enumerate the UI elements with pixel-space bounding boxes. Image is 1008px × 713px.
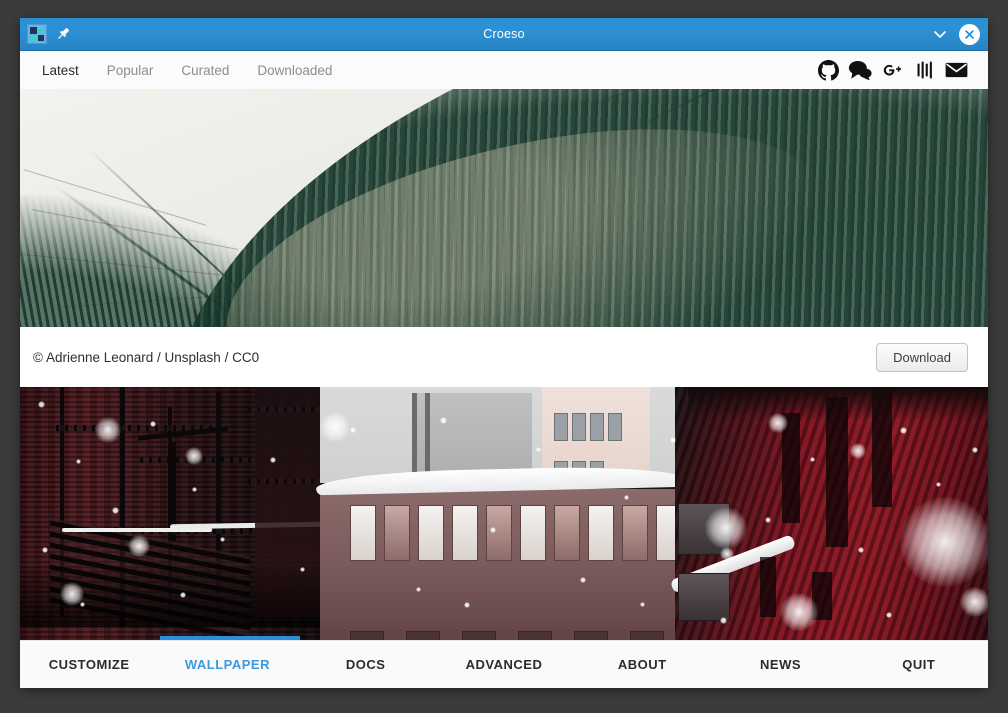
caption-row: © Adrienne Leonard / Unsplash / CC0 Down… [20,327,988,387]
pin-icon[interactable] [55,26,71,42]
google-plus-icon[interactable] [881,61,907,79]
bottom-nav-docs[interactable]: DOCS [297,657,435,672]
bottom-nav-wallpaper[interactable]: WALLPAPER [158,657,296,672]
github-icon[interactable] [818,59,839,81]
bottom-nav-advanced[interactable]: ADVANCED [435,657,573,672]
title-bar-left [27,24,71,44]
social-links [818,59,968,81]
chat-bubbles-icon[interactable] [848,60,872,80]
tab-popular[interactable]: Popular [107,63,154,78]
top-nav-tabs: Latest Popular Curated Downloaded [42,63,332,78]
top-nav: Latest Popular Curated Downloaded [20,51,988,89]
tab-curated[interactable]: Curated [181,63,229,78]
envelope-icon[interactable] [945,61,968,79]
bottom-nav-customize[interactable]: CUSTOMIZE [20,657,158,672]
window-title: Croeso [483,26,525,41]
title-bar-controls [931,23,980,45]
wallpaper-credit: © Adrienne Leonard / Unsplash / CC0 [33,349,260,365]
title-bar: Croeso [20,18,988,51]
close-icon[interactable] [959,23,980,45]
bottom-nav-news[interactable]: NEWS [711,657,849,672]
bottom-nav: CUSTOMIZE WALLPAPER DOCS ADVANCED ABOUT … [20,636,988,688]
active-tab-indicator [160,636,300,640]
chevron-down-icon[interactable] [931,25,949,43]
bottom-nav-quit[interactable]: QUIT [850,657,988,672]
app-grid-icon [27,24,47,44]
tab-downloaded[interactable]: Downloaded [257,63,332,78]
download-button[interactable]: Download [876,342,968,372]
bottom-nav-about[interactable]: ABOUT [573,657,711,672]
tab-latest[interactable]: Latest [42,63,79,78]
slack-bars-icon[interactable] [916,60,936,80]
wallpaper-preview-palm[interactable] [20,89,988,327]
app-window: Croeso Latest Popular Curated Downloaded [20,18,988,688]
